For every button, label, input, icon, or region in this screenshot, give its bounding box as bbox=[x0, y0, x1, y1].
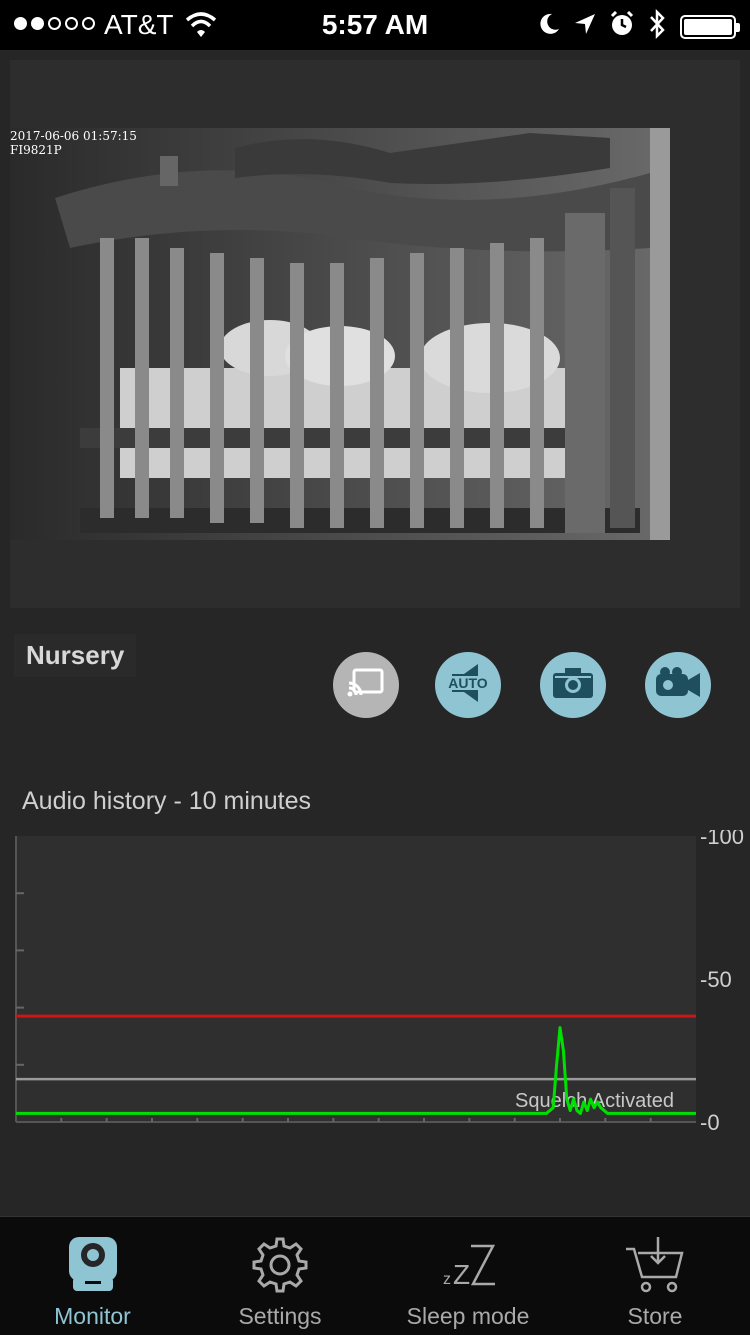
cast-icon bbox=[346, 667, 386, 704]
camera-name[interactable]: Nursery bbox=[14, 634, 137, 677]
tab-store-label: Store bbox=[627, 1303, 683, 1329]
audio-history-chart: Squelch Activated -100 -50 -0 bbox=[0, 824, 750, 1140]
tab-sleep-mode-label: Sleep mode bbox=[406, 1303, 530, 1329]
svg-text:Z: Z bbox=[453, 1259, 470, 1290]
alarm-icon bbox=[610, 10, 634, 42]
video-timestamp: 2017-06-06 01:57:15 bbox=[10, 129, 137, 143]
chart-y-tick-label: -50 bbox=[700, 967, 732, 992]
moon-icon bbox=[538, 12, 560, 41]
tab-settings[interactable]: Settings bbox=[210, 1217, 350, 1335]
tab-store[interactable]: Store bbox=[590, 1217, 720, 1335]
status-bar: AT&T 5:57 AM bbox=[0, 0, 750, 50]
tab-monitor[interactable]: Monitor bbox=[20, 1217, 165, 1335]
svg-text:AUTO: AUTO bbox=[448, 675, 488, 691]
video-overlay-text: 2017-06-06 01:57:15 FI9821P bbox=[10, 128, 137, 157]
gear-icon bbox=[251, 1233, 309, 1297]
record-video-button[interactable] bbox=[645, 652, 711, 718]
audio-history-title: Audio history - 10 minutes bbox=[22, 787, 312, 815]
cast-button[interactable] bbox=[333, 652, 399, 718]
monitor-camera-icon bbox=[65, 1233, 121, 1297]
tab-bar: Monitor Settings z Z Sleep mode Store bbox=[0, 1216, 750, 1335]
battery-icon bbox=[680, 14, 740, 39]
snapshot-button[interactable] bbox=[540, 652, 606, 718]
live-video-feed[interactable]: 2017-06-06 01:57:15 FI9821P bbox=[10, 128, 670, 540]
cart-icon bbox=[624, 1233, 686, 1297]
video-camera-icon bbox=[654, 666, 702, 705]
tab-monitor-label: Monitor bbox=[54, 1303, 131, 1329]
bluetooth-icon bbox=[648, 8, 666, 44]
tab-sleep-mode[interactable]: z Z Sleep mode bbox=[393, 1217, 543, 1335]
camera-icon bbox=[551, 666, 595, 705]
zzz-icon: z Z bbox=[437, 1233, 499, 1297]
chart-y-tick-label: -0 bbox=[700, 1110, 720, 1135]
svg-text:z: z bbox=[443, 1271, 451, 1288]
video-panel[interactable]: 2017-06-06 01:57:15 FI9821P bbox=[10, 60, 740, 608]
auto-speaker-icon: AUTO bbox=[444, 662, 492, 709]
chart-y-tick-label: -100 bbox=[700, 830, 744, 849]
auto-audio-button[interactable]: AUTO bbox=[435, 652, 501, 718]
camera-model: FI9821P bbox=[10, 143, 62, 157]
tab-settings-label: Settings bbox=[238, 1303, 322, 1329]
location-arrow-icon bbox=[574, 13, 596, 40]
